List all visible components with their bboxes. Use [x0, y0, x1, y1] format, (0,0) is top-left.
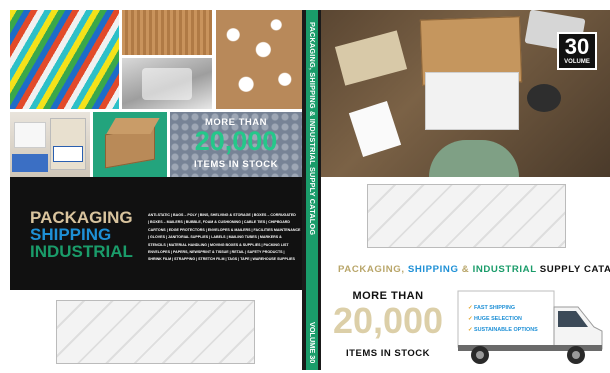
- spine-title: PACKAGING, SHIPPING & INDUSTRIAL SUPPLY …: [308, 22, 317, 236]
- truck-feature: HUGE SELECTION: [474, 316, 522, 322]
- corrugated-cardboard-photo: [122, 10, 212, 55]
- truck-feature: SUSTAINABLE OPTIONS: [474, 327, 538, 333]
- headline-ampersand: &: [458, 264, 473, 275]
- back-address-label-placeholder: [56, 300, 255, 364]
- category-line: | BOXES – MAILERS | BUBBLE, FOAM & CUSHI…: [148, 220, 290, 225]
- back-items-in-stock: ITEMS IN STOCK: [194, 159, 278, 170]
- stretch-wrap-photo: [122, 58, 212, 109]
- category-list: ANTI-STATIC | BAGS – POLY | BINS, SHELVI…: [148, 212, 301, 264]
- front-items-in-stock: ITEMS IN STOCK: [346, 348, 430, 359]
- spine-volume: VOLUME 30: [308, 322, 317, 364]
- cable-ties-photo: [10, 10, 119, 109]
- category-line: ENVELOPES | PAPERS, NEWSPRINT & TISSUE |…: [148, 250, 285, 255]
- front-item-count: 20,000: [332, 300, 444, 341]
- front-catalog-headline: PACKAGING, SHIPPING & INDUSTRIAL SUPPLY …: [338, 264, 610, 275]
- bubble-wrap-photo: MORE THAN 20,000 ITEMS IN STOCK: [170, 112, 302, 177]
- brand-line-packaging: PACKAGING: [30, 208, 133, 227]
- headline-supply-catalog: SUPPLY CATALOG: [539, 264, 610, 275]
- front-cover-packing-photo: 30 VOLUME: [321, 10, 610, 177]
- headline-packaging: PACKAGING,: [338, 264, 408, 275]
- front-address-label-placeholder: [367, 184, 566, 248]
- headline-shipping: SHIPPING: [407, 264, 459, 275]
- headline-industrial: INDUSTRIAL: [472, 264, 537, 275]
- category-line: SHRINK FILM | STRAPPING | STRETCH FILM |…: [148, 257, 295, 262]
- truck-feature: FAST SHIPPING: [474, 305, 516, 311]
- volume-label: VOLUME: [564, 59, 590, 65]
- truck-feature-list: ✓ FAST SHIPPING ✓ HUGE SELECTION ✓ SUSTA…: [468, 303, 538, 336]
- packing-peanuts-photo: [216, 10, 302, 109]
- brand-line-shipping: SHIPPING: [30, 225, 112, 244]
- category-line: STENCILS | MATERIAL HANDLING | MOVING BO…: [148, 242, 289, 247]
- back-item-count: 20,000: [194, 126, 278, 156]
- volume-number: 30: [564, 34, 590, 59]
- category-line: | GLOVES | JANITORIAL SUPPLIES | LABELS …: [148, 235, 282, 240]
- shipping-boxes-photo: [10, 112, 90, 177]
- volume-badge: 30 VOLUME: [557, 32, 597, 70]
- category-line: CARTONS | EDGE PROTECTORS | ENVELOPES & …: [148, 227, 301, 232]
- brand-band: PACKAGING SHIPPING INDUSTRIAL ANTI-STATI…: [10, 177, 302, 290]
- mailer-box-photo: [93, 112, 167, 177]
- delivery-truck-illustration: ✓ FAST SHIPPING ✓ HUGE SELECTION ✓ SUSTA…: [456, 287, 606, 369]
- brand-line-industrial: INDUSTRIAL: [30, 242, 133, 261]
- category-line: ANTI-STATIC | BAGS – POLY | BINS, SHELVI…: [148, 213, 296, 217]
- catalog-spine: PACKAGING, SHIPPING & INDUSTRIAL SUPPLY …: [302, 10, 321, 370]
